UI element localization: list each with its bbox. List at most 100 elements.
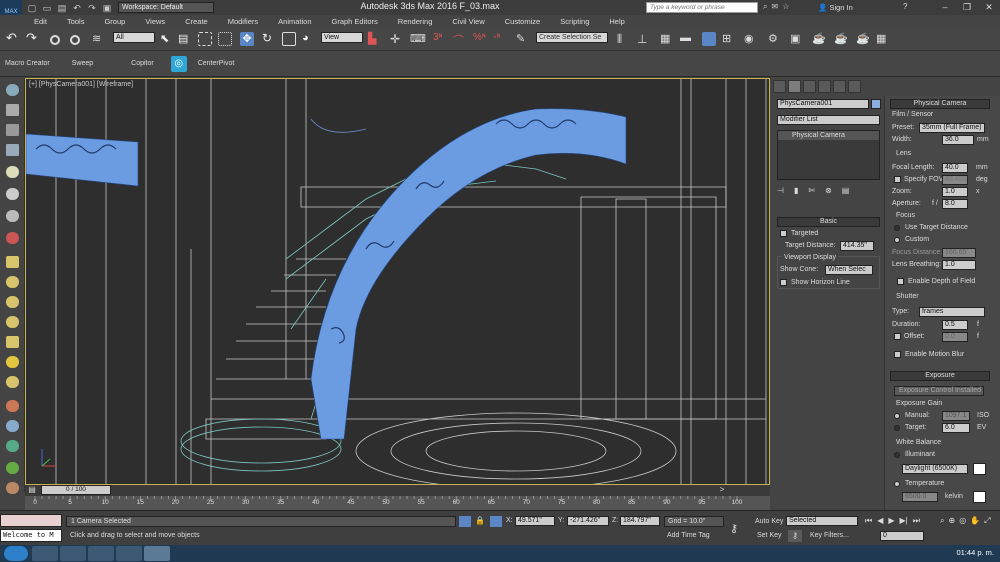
pivot-center-icon[interactable]: ▙	[368, 32, 382, 46]
make-unique-icon[interactable]: ✄	[808, 186, 815, 195]
previous-frame-icon[interactable]: ◀	[877, 516, 883, 526]
current-frame-input[interactable]: 0	[880, 531, 924, 541]
mini-curve-editor-icon[interactable]: ▤	[25, 485, 39, 495]
object-color-swatch[interactable]	[871, 99, 881, 109]
open-icon[interactable]: ▭	[42, 3, 52, 13]
help-button[interactable]: ?	[903, 2, 907, 11]
maxscript-output[interactable]: Welcome to M	[0, 529, 62, 542]
select-manipulate-icon[interactable]: ✛	[390, 32, 404, 46]
focal-length-input[interactable]: 40.0	[942, 163, 968, 173]
layer-manager-icon[interactable]: ▦	[660, 32, 674, 46]
sun-icon[interactable]	[6, 356, 19, 368]
focus-distance-input[interactable]: 166.65'	[942, 248, 976, 258]
mirror-icon[interactable]: ⫴	[617, 32, 631, 46]
teapot-icon[interactable]	[6, 376, 19, 388]
modifier-list-dropdown[interactable]: Modifier List	[777, 115, 880, 125]
offset-input[interactable]: 0.0	[942, 332, 968, 342]
menu-group[interactable]: Group	[94, 17, 135, 26]
sign-in-link[interactable]: 👤 Sign In	[818, 3, 853, 12]
configure-modifier-sets-icon[interactable]: ▤	[842, 186, 850, 195]
cone-icon[interactable]	[6, 336, 19, 348]
remove-modifier-icon[interactable]: ⊗	[825, 186, 832, 195]
menu-customize[interactable]: Customize	[495, 17, 550, 26]
preset-dropdown[interactable]: 35mm (Full Frame)	[919, 123, 985, 133]
selection-lock-icon[interactable]: 🔒	[475, 516, 485, 525]
explorer-taskbar-icon[interactable]	[60, 546, 86, 561]
motion-tab-icon[interactable]	[818, 80, 831, 93]
place-icon[interactable]: ◕	[302, 32, 316, 46]
show-cone-dropdown[interactable]: When Selec	[825, 265, 873, 275]
menu-tools[interactable]: Tools	[57, 17, 95, 26]
create-tab-icon[interactable]	[773, 80, 786, 93]
cloud-icon[interactable]	[6, 84, 19, 96]
modifier-icon[interactable]	[6, 400, 19, 412]
select-and-scale-icon[interactable]	[282, 32, 296, 46]
manual-radio[interactable]	[894, 413, 900, 419]
globe-icon[interactable]	[6, 440, 19, 452]
render-iterative-icon[interactable]: ☕	[834, 32, 848, 46]
object-icon[interactable]	[6, 188, 19, 200]
whatsapp-taskbar-icon[interactable]	[116, 546, 142, 561]
toggle-ribbon-icon[interactable]: ▬	[680, 32, 694, 46]
favorites-icon[interactable]: ☆	[782, 2, 789, 12]
aperture-input[interactable]: 8.0	[942, 199, 968, 209]
illuminant-dropdown[interactable]: Daylight (6500K)	[902, 464, 968, 474]
custom-radio[interactable]	[894, 237, 900, 243]
shape-icon[interactable]	[6, 210, 19, 222]
transform-mode-icon[interactable]	[490, 516, 502, 527]
go-to-end-icon[interactable]: ⏭	[913, 516, 920, 526]
zoom-input[interactable]: 1.0	[942, 187, 968, 197]
display-tab-icon[interactable]	[833, 80, 846, 93]
key-selection-dropdown[interactable]: Selected	[786, 516, 858, 526]
rendered-frame-window-icon[interactable]: ▣	[790, 32, 804, 46]
x-coordinate-input[interactable]: 49.571"	[515, 516, 555, 526]
undo-icon[interactable]: ↶	[6, 31, 20, 46]
time-slider[interactable]: 0 / 100	[41, 485, 111, 495]
snaps-toggle-icon[interactable]: 3ᶰ	[433, 32, 447, 46]
render-in-cloud-icon[interactable]: ▦	[876, 32, 890, 46]
centerpivot-icon[interactable]: ◎	[170, 55, 187, 72]
ribbon-sweep[interactable]: Sweep	[67, 52, 98, 76]
edit-named-selection-icon[interactable]: ✎	[516, 32, 530, 46]
schematic-view-icon[interactable]: ⊞	[722, 32, 736, 46]
start-button[interactable]	[4, 546, 28, 561]
menu-edit[interactable]: Edit	[24, 17, 57, 26]
workspace-dropdown[interactable]: Workspace: Default	[118, 2, 214, 13]
key-filters-button[interactable]: Key Filters...	[810, 532, 849, 539]
percent-snap-icon[interactable]: %ᶰ	[473, 32, 487, 46]
next-frame-icon[interactable]: >	[712, 485, 732, 495]
target-radio[interactable]	[894, 425, 900, 431]
new-icon[interactable]: ▢	[27, 3, 37, 13]
spinner-snap-icon[interactable]: ◦ᶰ	[493, 32, 507, 46]
viewport[interactable]: [+] [PhysCamera001] [Wireframe]	[25, 78, 770, 485]
menu-modifiers[interactable]: Modifiers	[218, 17, 268, 26]
set-key-button[interactable]: Set Key	[757, 532, 782, 539]
communication-icon[interactable]: ✉	[771, 2, 778, 12]
key-icon[interactable]: ⚷	[730, 522, 738, 535]
app-taskbar-icon[interactable]	[88, 546, 114, 561]
track-bar[interactable]: 0 5 10 15 20 25 30 35 40 45 50 55 60 65 70 75 80 85 90 95 10…	[25, 496, 770, 510]
temperature-input[interactable]: 6500.0	[902, 492, 938, 502]
plant-icon[interactable]	[6, 462, 19, 474]
utilities-tab-icon[interactable]	[848, 80, 861, 93]
select-and-rotate-icon[interactable]: ↻	[262, 32, 276, 46]
box-icon[interactable]	[6, 256, 19, 268]
named-selection-dropdown[interactable]: Create Selection Se	[536, 32, 608, 43]
temperature-color-swatch[interactable]	[973, 491, 986, 503]
set-keys-icon[interactable]: ⚷	[788, 530, 802, 542]
tool-icon[interactable]	[6, 104, 19, 116]
menu-graph-editors[interactable]: Graph Editors	[322, 17, 388, 26]
bind-to-space-warp-icon[interactable]: ≋	[92, 32, 106, 46]
next-key-icon[interactable]: ▶|	[900, 516, 908, 526]
isolate-selection-icon[interactable]	[459, 516, 471, 527]
viewport-label[interactable]: [+] [PhysCamera001] [Wireframe]	[29, 81, 133, 88]
lens-breathing-input[interactable]: 1.0	[942, 260, 976, 270]
auto-key-button[interactable]: Auto Key	[755, 518, 783, 525]
undo-icon[interactable]: ↶	[72, 3, 82, 13]
ribbon-macro-creator[interactable]: Macro Creator	[0, 52, 55, 76]
character-icon[interactable]	[6, 482, 19, 494]
select-object-icon[interactable]: ⬉	[160, 32, 174, 46]
restore-button[interactable]: ❐	[956, 0, 978, 15]
width-input[interactable]: 36.0	[942, 135, 974, 145]
orbit-icon[interactable]: ◎	[959, 516, 966, 526]
